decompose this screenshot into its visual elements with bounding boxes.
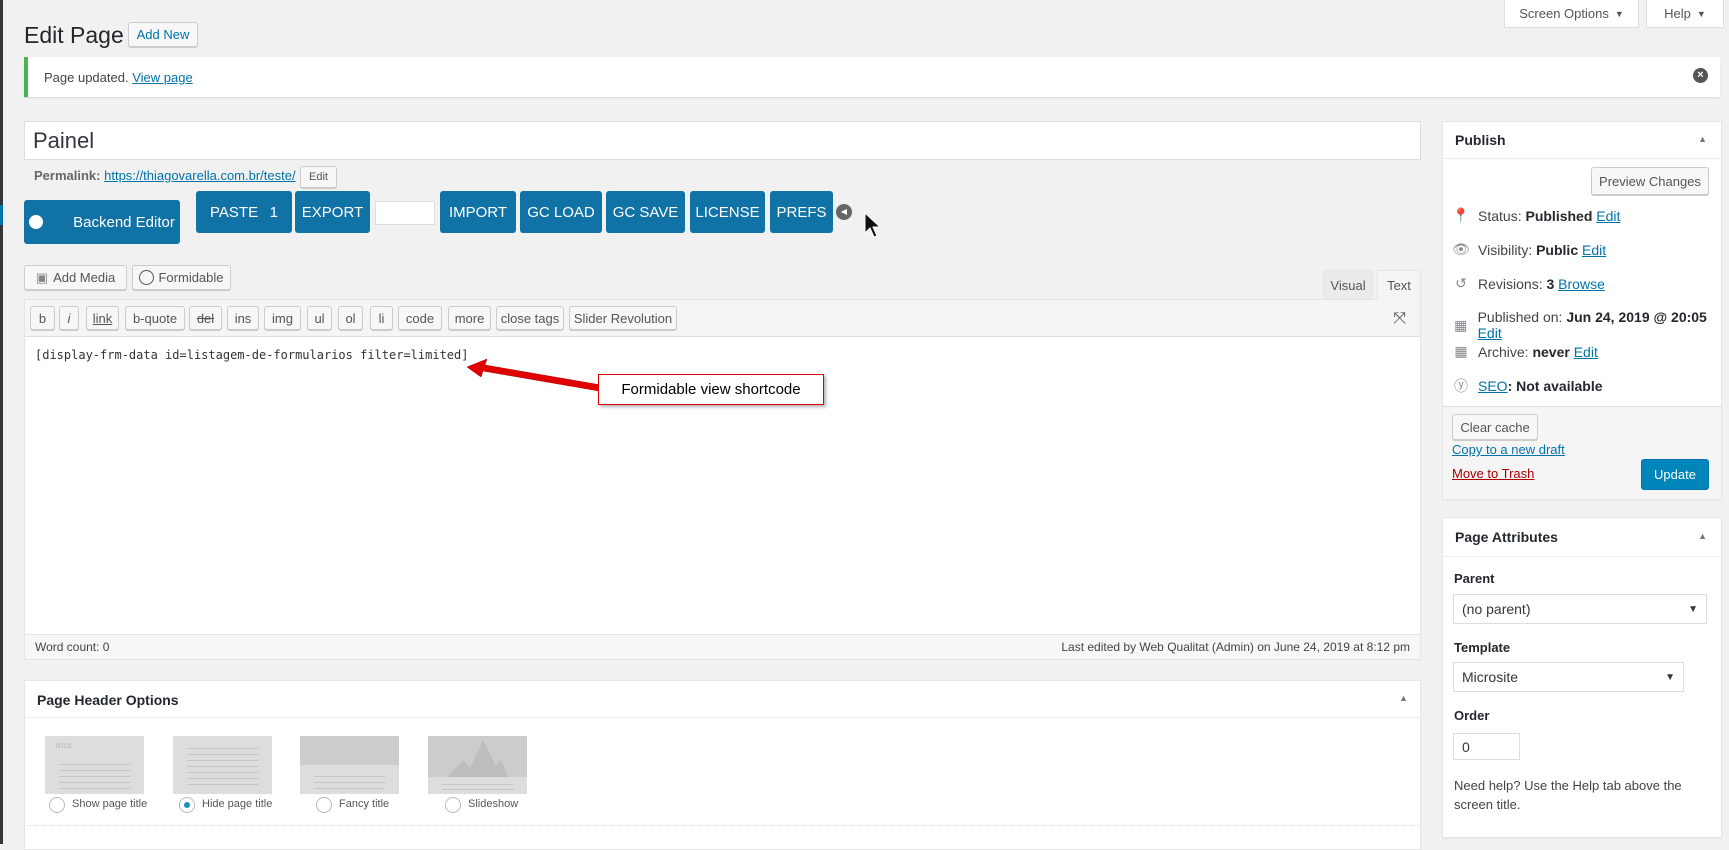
last-edited: Last edited by Web Qualitat (Admin) on J… xyxy=(1061,640,1410,654)
caret-down-icon: ▼ xyxy=(1688,603,1698,615)
mouse-cursor-icon xyxy=(864,212,882,238)
order-label: Order xyxy=(1454,708,1490,723)
cloud-icon xyxy=(29,215,44,229)
quicktag-ol[interactable]: ol xyxy=(338,306,363,330)
fullscreen-icon[interactable]: ⤧ xyxy=(1393,310,1406,328)
template-select[interactable]: Microsite ▼ xyxy=(1453,662,1684,692)
quicktag-link[interactable]: link xyxy=(86,306,119,330)
template-label: Template xyxy=(1454,640,1511,655)
order-input[interactable]: 0 xyxy=(1453,733,1520,760)
yoast-icon: ⓨ xyxy=(1454,378,1468,394)
history-icon: ↺ xyxy=(1455,275,1467,291)
prefs-button[interactable]: PREFS xyxy=(770,191,833,233)
radio-slideshow[interactable] xyxy=(445,797,461,813)
permalink-url[interactable]: https://thiagovarella.com.br/teste/ xyxy=(104,168,295,183)
collapse-icon[interactable]: ▲ xyxy=(1399,693,1408,703)
caret-down-icon: ▼ xyxy=(1614,8,1624,19)
formidable-icon xyxy=(139,270,155,285)
quicktag-slider-revolution[interactable]: Slider Revolution xyxy=(569,306,677,330)
quicktag-li[interactable]: li xyxy=(370,306,393,330)
thumb-slideshow[interactable] xyxy=(428,736,527,794)
caret-down-icon: ▼ xyxy=(1665,671,1675,683)
tab-text[interactable]: Text xyxy=(1377,270,1421,300)
attributes-help: Need help? Use the Help tab above the sc… xyxy=(1454,778,1682,812)
update-notice: Page updated. View page × xyxy=(24,57,1720,97)
radio-fancy-title[interactable] xyxy=(316,797,332,813)
update-button[interactable]: Update xyxy=(1641,459,1709,490)
add-new-button[interactable]: Add New xyxy=(128,22,198,47)
media-icon: ▣ xyxy=(35,269,49,285)
quicktag-b-quote[interactable]: b-quote xyxy=(125,306,185,330)
preview-changes-button[interactable]: Preview Changes xyxy=(1591,167,1709,195)
quicktag-i[interactable]: i xyxy=(59,306,79,330)
post-title-input[interactable]: Painel xyxy=(24,121,1421,160)
permalink: Permalink: https://thiagovarella.com.br/… xyxy=(34,168,296,183)
collapse-arrow-icon[interactable]: ◀ xyxy=(836,204,852,220)
edit-visibility-link[interactable]: Edit xyxy=(1582,242,1606,258)
gc-load-button[interactable]: GC LOAD xyxy=(520,191,602,233)
permalink-edit-button[interactable]: Edit xyxy=(300,166,337,188)
quicktag-ul[interactable]: ul xyxy=(307,306,332,330)
edit-date-link[interactable]: Edit xyxy=(1478,325,1502,341)
page-title: Edit Page xyxy=(24,22,124,48)
screen-options-button[interactable]: Screen Options ▼ xyxy=(1504,0,1639,28)
clear-cache-button[interactable]: Clear cache xyxy=(1452,414,1538,440)
gc-save-button[interactable]: GC SAVE xyxy=(606,191,685,233)
import-button[interactable]: IMPORT xyxy=(440,191,516,233)
box-title: Publish xyxy=(1455,132,1506,148)
calendar-icon: ▦ xyxy=(1454,343,1468,359)
license-button[interactable]: LICENSE xyxy=(690,191,765,233)
box-title: Page Header Options xyxy=(37,692,179,708)
seo-link[interactable]: SEO xyxy=(1478,378,1508,394)
formidable-button[interactable]: Formidable xyxy=(132,265,231,290)
paste-count: 1 xyxy=(269,203,278,221)
export-input[interactable] xyxy=(375,201,435,225)
dismiss-icon[interactable]: × xyxy=(1693,68,1708,83)
caret-down-icon: ▼ xyxy=(1696,8,1706,19)
quicktag-close-tags[interactable]: close tags xyxy=(496,306,564,330)
editor: [display-frm-data id=listagem-de-formula… xyxy=(24,299,1421,660)
collapse-icon[interactable]: ▲ xyxy=(1698,134,1707,144)
thumb-show-page-title[interactable]: TITLE xyxy=(45,736,144,794)
edit-archive-link[interactable]: Edit xyxy=(1574,344,1598,360)
parent-label: Parent xyxy=(1454,571,1495,586)
editor-footer: Word count: 0 Last edited by Web Qualitat… xyxy=(25,634,1420,659)
calendar-icon: ▦ xyxy=(1454,316,1468,333)
tab-visual[interactable]: Visual xyxy=(1323,270,1373,299)
add-media-button[interactable]: ▣ Add Media xyxy=(24,265,127,290)
eye-icon: 👁 xyxy=(1452,241,1470,257)
radio-show-page-title[interactable] xyxy=(49,797,65,813)
quicktag-b[interactable]: b xyxy=(30,306,55,330)
paste-button[interactable]: PASTE 1 xyxy=(196,191,292,233)
copy-to-draft-link[interactable]: Copy to a new draft xyxy=(1452,442,1565,457)
parent-select[interactable]: (no parent) ▼ xyxy=(1453,594,1707,624)
browse-revisions-link[interactable]: Browse xyxy=(1558,276,1605,292)
quicktag-img[interactable]: img xyxy=(264,306,301,330)
pin-icon: 📍 xyxy=(1452,207,1470,223)
quicktag-more[interactable]: more xyxy=(448,306,491,330)
annotation-callout: Formidable view shortcode xyxy=(598,374,824,405)
annotation-arrow xyxy=(466,358,602,392)
help-button[interactable]: Help ▼ xyxy=(1646,0,1724,28)
editor-textarea[interactable]: [display-frm-data id=listagem-de-formula… xyxy=(35,348,468,362)
admin-menu-edge xyxy=(0,0,3,844)
backend-editor-button[interactable]: Backend Editor xyxy=(24,200,180,244)
box-title: Page Attributes xyxy=(1455,529,1558,545)
export-button[interactable]: EXPORT xyxy=(295,191,370,233)
view-page-link[interactable]: View page xyxy=(132,70,192,85)
quicktag-ins[interactable]: ins xyxy=(227,306,259,330)
quicktag-del[interactable]: del xyxy=(189,306,222,330)
thumb-fancy-title[interactable] xyxy=(300,736,399,794)
collapse-icon[interactable]: ▲ xyxy=(1698,531,1707,541)
edit-status-link[interactable]: Edit xyxy=(1596,208,1620,224)
word-count: Word count: 0 xyxy=(35,640,110,654)
thumb-hide-page-title[interactable] xyxy=(173,736,272,794)
radio-hide-page-title[interactable] xyxy=(179,797,195,813)
move-to-trash-link[interactable]: Move to Trash xyxy=(1452,466,1534,481)
quicktag-code[interactable]: code xyxy=(398,306,442,330)
admin-menu-marker xyxy=(0,205,3,225)
